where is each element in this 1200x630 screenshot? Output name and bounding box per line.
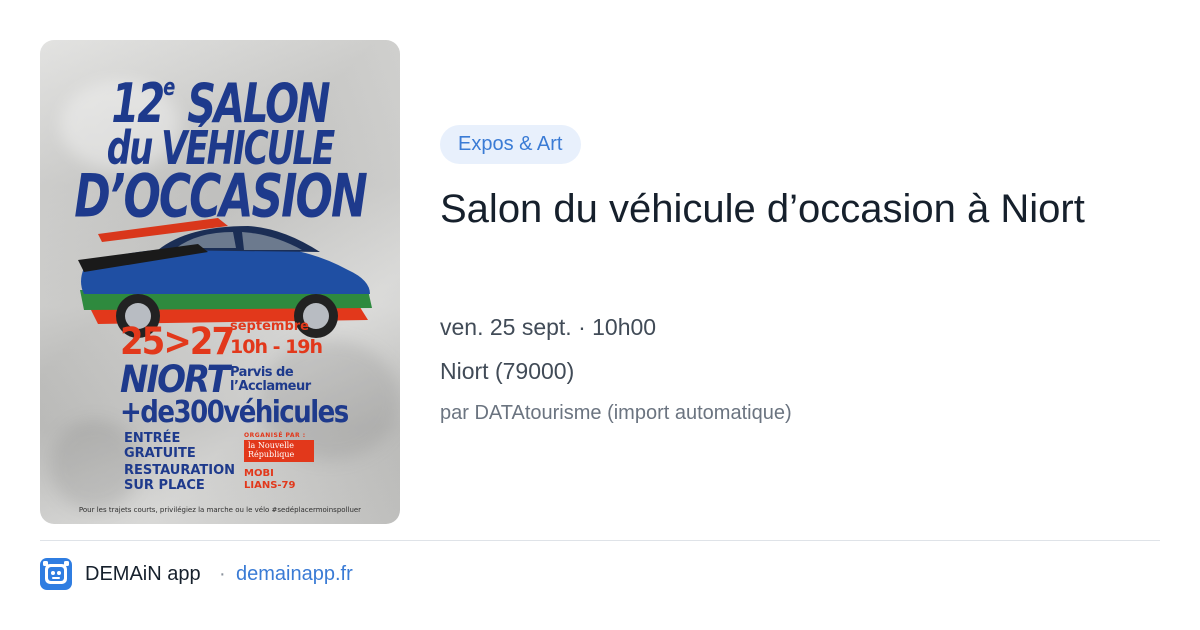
poster-footer-note: Pour les trajets courts, privilégiez la … [78, 506, 362, 514]
poster-organised-by: ORGANISÉ PAR : [244, 432, 306, 439]
poster-free-entry: ENTRÉE GRATUITE [124, 431, 196, 461]
mobilians-logo: MOBI LIANS-79 [244, 468, 296, 491]
car-body [81, 246, 370, 294]
poster-hours: 10h - 19h [230, 336, 323, 358]
nouvelle-republique-logo: la Nouvelle République [244, 440, 314, 462]
event-poster-image[interactable]: 12e SALON du VÉHICULE D’OCCASION 25>27 s… [40, 40, 400, 524]
poster-month: septembre [230, 319, 309, 334]
app-domain-link[interactable]: demainapp.fr [236, 563, 353, 586]
divider [40, 540, 1160, 541]
footer-separator: · [219, 563, 226, 585]
event-location: Niort (79000) [440, 358, 575, 384]
poster-vehicle-count: +de300véhicules [120, 395, 349, 431]
poster-food: RESTAURATION SUR PLACE [124, 463, 236, 493]
event-datetime: ven. 25 sept. · 10h00 [440, 314, 657, 340]
app-logo-icon [40, 558, 72, 590]
poster-venue: Parvis de l’Acclameur [230, 365, 311, 394]
category-chip[interactable]: Expos & Art [440, 125, 581, 164]
event-source: par DATAtourisme (import automatique) [440, 402, 792, 424]
event-title[interactable]: Salon du véhicule d’occasion à Niort [440, 184, 1140, 234]
app-name: DEMAiN app [85, 563, 201, 585]
